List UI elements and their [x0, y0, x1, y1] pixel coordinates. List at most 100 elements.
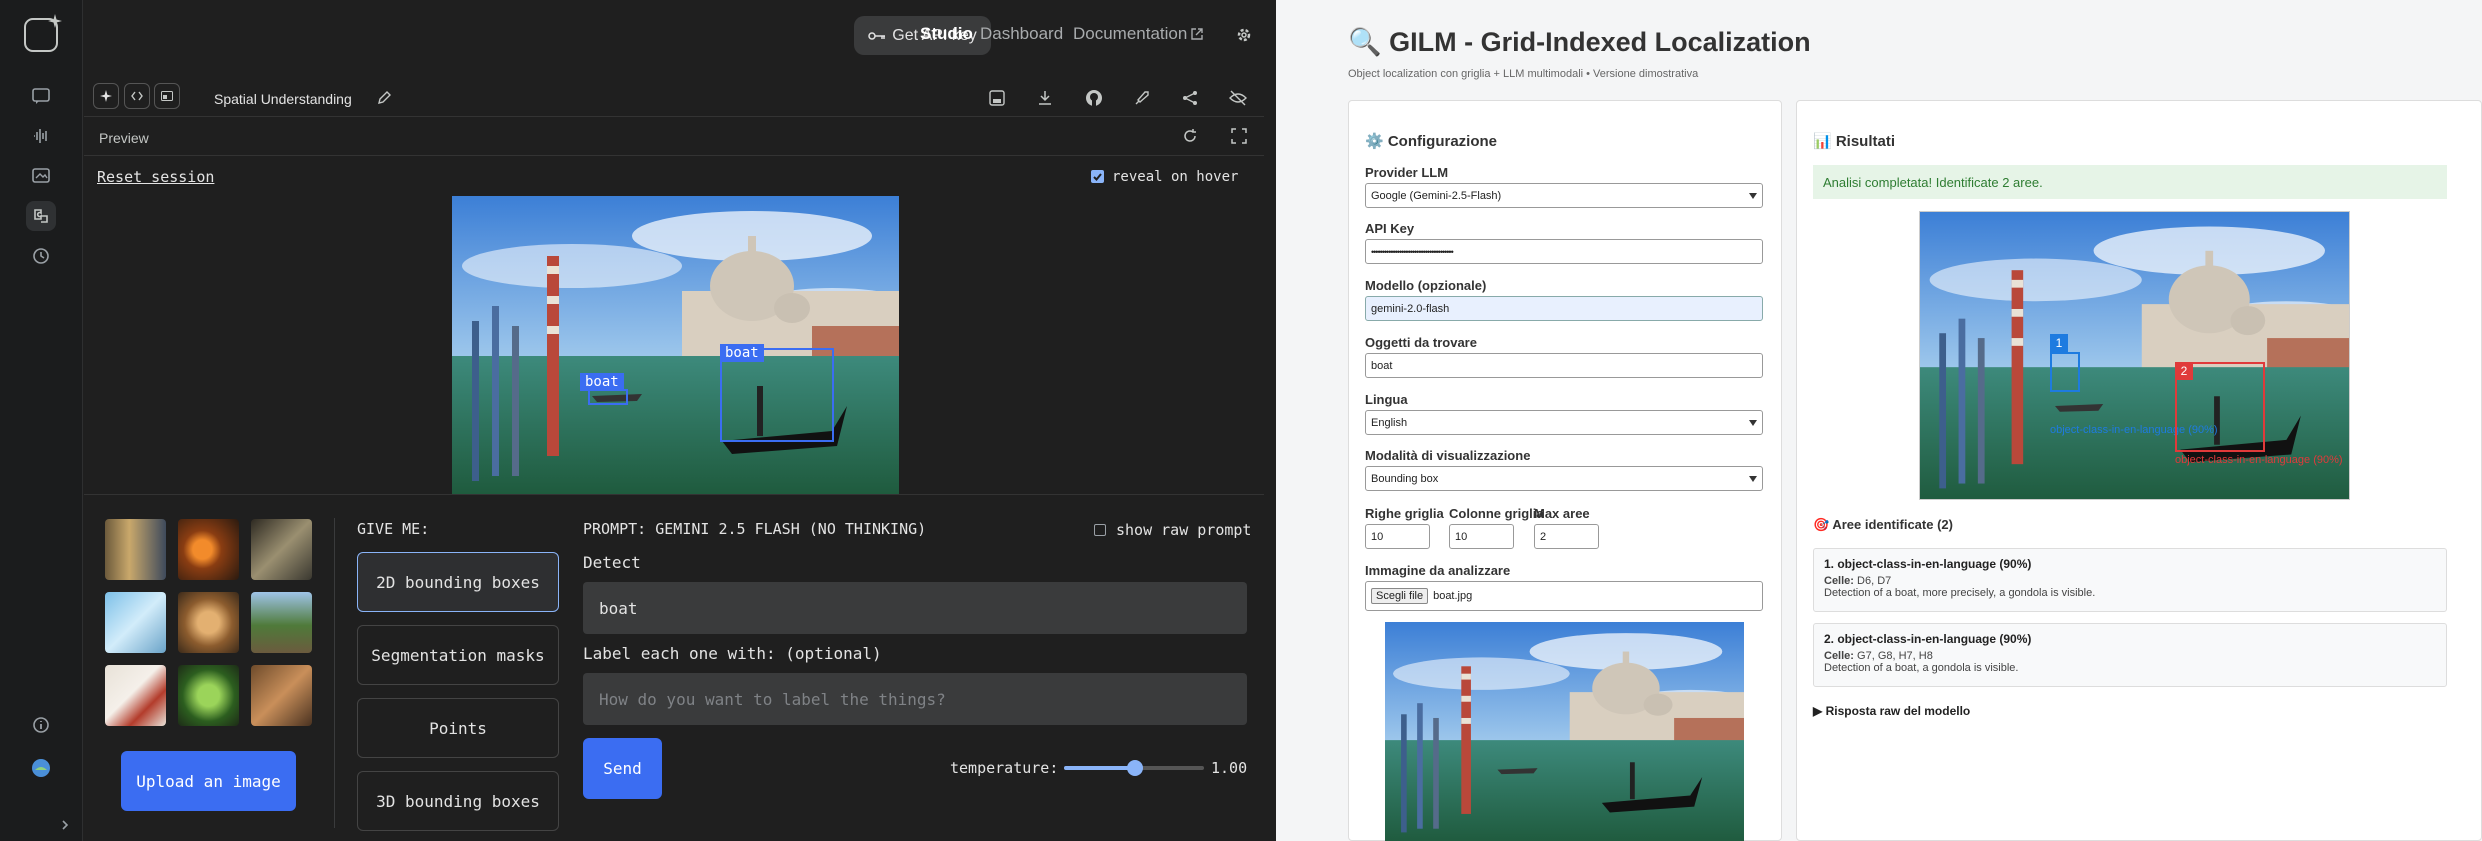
max-areas-input[interactable]: 2 [1534, 524, 1599, 549]
file-input[interactable]: Scegli file boat.jpg [1365, 581, 1763, 611]
detection-box[interactable] [588, 389, 628, 405]
chevron-down-icon [1749, 475, 1757, 482]
rows-input[interactable]: 10 [1365, 524, 1430, 549]
preview-label: Preview [99, 130, 149, 146]
send-button[interactable]: Send [583, 738, 662, 799]
ai-studio-panel: Get API key Studio Dashboard Documentati… [0, 0, 1276, 841]
gilm-app: 🔍 GILM - Grid-Indexed Localization Objec… [1276, 0, 2482, 841]
studio-logo-icon[interactable] [24, 14, 62, 52]
thumbnail-image[interactable] [251, 665, 312, 726]
area-marker-1: 1 [2050, 334, 2068, 352]
show-raw-prompt-checkbox[interactable] [1094, 524, 1106, 536]
thumbnail-image[interactable] [251, 592, 312, 653]
nav-documentation-link[interactable]: Documentation [1073, 24, 1187, 44]
nav-studio-link[interactable]: Studio [920, 24, 973, 44]
code-view-button[interactable] [124, 83, 150, 109]
temperature-slider[interactable] [1064, 760, 1204, 776]
detect-label: Detect [583, 553, 641, 572]
results-heading: 📊 Risultati [1813, 133, 1896, 150]
history-icon[interactable] [26, 241, 56, 271]
cells-label: Celle: [1824, 650, 1854, 662]
option-3d-bounding-boxes[interactable]: 3D bounding boxes [357, 771, 559, 831]
sparkle-button[interactable] [93, 83, 119, 109]
thumbnail-image[interactable] [251, 519, 312, 580]
info-icon[interactable] [26, 710, 56, 740]
prompt-heading: PROMPT: GEMINI 2.5 FLASH (NO THINKING) [583, 520, 927, 538]
thumbnail-image[interactable] [105, 519, 166, 580]
account-avatar-icon[interactable] [26, 753, 56, 783]
label-input[interactable]: How do you want to label the things? [583, 673, 1247, 725]
app-toolbar: Spatial Understanding [84, 79, 1264, 117]
detection-label: boat [580, 373, 624, 391]
area-desc: Detection of a boat, more precisely, a g… [1824, 587, 2096, 599]
settings-gear-icon[interactable] [1235, 26, 1253, 44]
reset-session-link[interactable]: Reset session [97, 168, 214, 186]
temperature-slider-thumb[interactable] [1127, 760, 1143, 776]
language-select[interactable]: English [1365, 410, 1763, 435]
option-2d-bounding-boxes[interactable]: 2D bounding boxes [357, 552, 559, 612]
thumbnail-image[interactable] [178, 592, 239, 653]
choose-file-button[interactable]: Scegli file [1371, 588, 1429, 604]
results-card: 📊 Risultati Analisi completata! Identifi… [1796, 100, 2482, 841]
area-cells: Celle: D6, D7 [1824, 575, 1892, 587]
file-name: boat.jpg [1433, 590, 1473, 602]
annotated-image: 1 object-class-in-en-language (90%) 2 ob… [1919, 211, 2350, 500]
area-card-1: 1. object-class-in-en-language (90%) Cel… [1813, 548, 2447, 612]
apikey-input[interactable]: •••••••••••••••••••••••••••••••••••••• [1365, 239, 1763, 264]
area-title: 2. object-class-in-en-language (90%) [1824, 632, 2032, 646]
model-input[interactable]: gemini-2.0-flash [1365, 296, 1763, 321]
thumbnail-image[interactable] [178, 665, 239, 726]
chevron-down-icon [1749, 419, 1757, 426]
language-label: Lingua [1365, 392, 1408, 407]
top-bar: Get API key Studio Dashboard Documentati… [84, 0, 1276, 72]
media-icon[interactable] [26, 161, 56, 191]
thumbnail-image[interactable] [105, 665, 166, 726]
audio-icon[interactable] [26, 121, 56, 151]
areas-heading: 🎯 Aree identificate (2) [1813, 517, 1953, 532]
mode-label: Modalità di visualizzazione [1365, 448, 1531, 463]
left-nav-rail [0, 0, 83, 841]
deploy-rocket-icon[interactable] [1134, 90, 1150, 106]
hide-eye-icon[interactable] [1229, 90, 1247, 106]
edit-pencil-icon[interactable] [377, 91, 391, 105]
fullscreen-icon[interactable] [1231, 128, 1247, 144]
raw-response-toggle[interactable]: ▶ Risposta raw del modello [1813, 704, 1970, 718]
option-points[interactable]: Points [357, 698, 559, 758]
expand-chevron-icon[interactable] [50, 810, 80, 840]
show-raw-prompt-label: show raw prompt [1116, 521, 1252, 539]
detect-input[interactable]: boat [583, 582, 1247, 634]
option-segmentation-masks[interactable]: Segmentation masks [357, 625, 559, 685]
cols-input[interactable]: 10 [1449, 524, 1514, 549]
model-label: Modello (opzionale) [1365, 278, 1487, 293]
label-each-heading: Label each one with: (optional) [583, 644, 882, 663]
preview-image[interactable]: boat boat [452, 196, 899, 494]
rows-label: Righe griglia [1365, 506, 1444, 521]
preview-view-button[interactable] [154, 83, 180, 109]
divider [334, 518, 335, 828]
uploaded-image-preview [1385, 622, 1744, 841]
refresh-icon[interactable] [1182, 128, 1198, 144]
objects-label: Oggetti da trovare [1365, 335, 1477, 350]
save-icon[interactable] [989, 90, 1005, 106]
area-marker-2: 2 [2175, 362, 2193, 380]
share-icon[interactable] [1182, 90, 1198, 106]
provider-select[interactable]: Google (Gemini-2.5-Flash) [1365, 183, 1763, 208]
reveal-on-hover-checkbox[interactable] [1091, 170, 1104, 183]
area-overlay-label-2: object-class-in-en-language (90%) [2175, 454, 2343, 466]
download-icon[interactable] [1037, 90, 1053, 106]
thumbnail-image[interactable] [178, 519, 239, 580]
objects-input[interactable]: boat [1365, 353, 1763, 378]
mode-select[interactable]: Bounding box [1365, 466, 1763, 491]
preview-header: Preview [84, 122, 1264, 152]
detection-box[interactable] [720, 348, 834, 442]
chat-icon[interactable] [26, 81, 56, 111]
reveal-on-hover-label: reveal on hover [1112, 169, 1239, 185]
upload-image-button[interactable]: Upload an image [121, 751, 296, 811]
area-card-2: 2. object-class-in-en-language (90%) Cel… [1813, 623, 2447, 687]
build-icon[interactable] [26, 201, 56, 231]
github-icon[interactable] [1085, 89, 1103, 107]
config-card: ⚙️ Configurazione Provider LLM Google (G… [1348, 100, 1782, 841]
key-icon [868, 31, 886, 40]
nav-dashboard-link[interactable]: Dashboard [980, 24, 1063, 44]
thumbnail-image[interactable] [105, 592, 166, 653]
